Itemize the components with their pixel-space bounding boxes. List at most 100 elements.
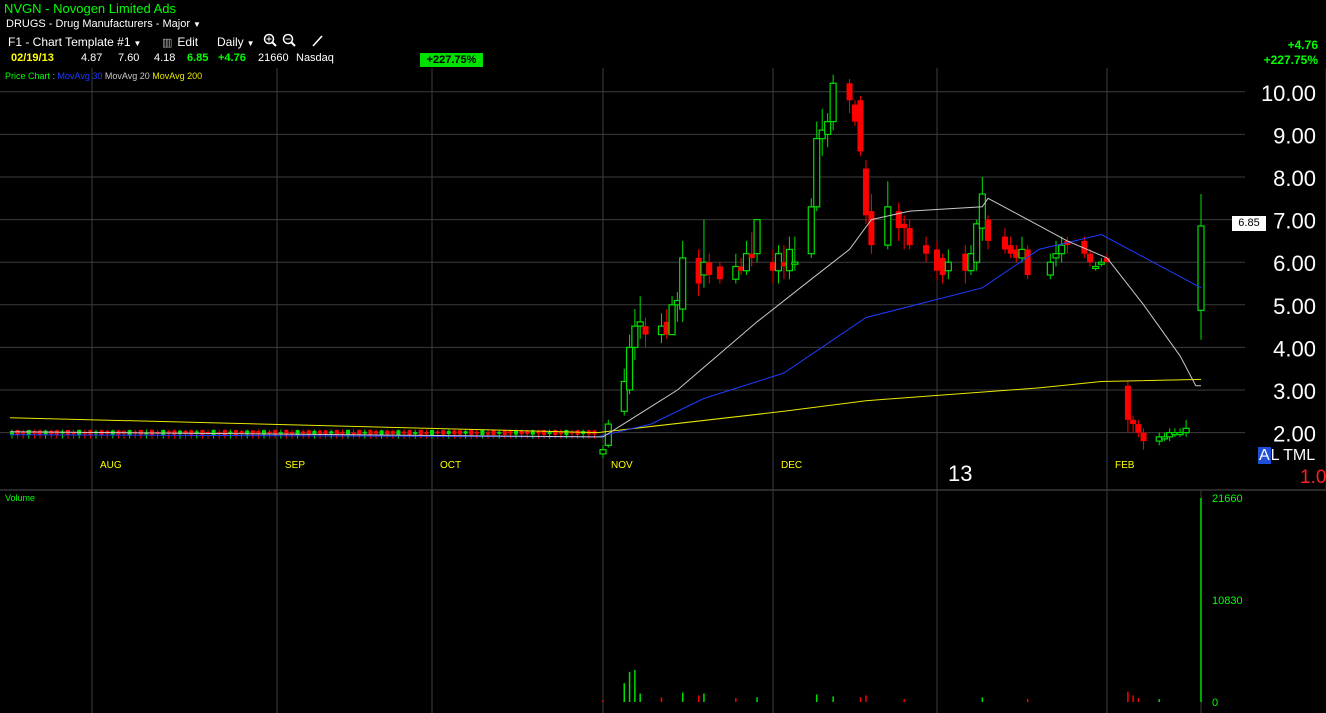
candle-body <box>519 430 524 435</box>
candle-body <box>413 432 418 435</box>
candle-body <box>934 249 940 271</box>
candle-body <box>312 430 317 435</box>
candle-body <box>668 304 676 336</box>
candle-body <box>1124 385 1131 420</box>
price-volume-chart[interactable]: 10.00 9.00 8.00 7.00 6.00 5.00 4.00 3.00 2.00 AUG… <box>0 0 1326 713</box>
candle-body <box>211 429 216 436</box>
candle-body <box>657 325 666 336</box>
last-price-tag: 6.85 <box>1232 216 1266 231</box>
candle-body <box>1046 261 1054 276</box>
candle-body <box>172 430 177 435</box>
candle-body <box>944 261 952 272</box>
candle-body <box>706 262 713 275</box>
candle-body <box>1176 432 1184 436</box>
candle-body <box>564 429 569 435</box>
candle-body <box>508 431 513 434</box>
volume-axis-tick-label: 0 <box>1212 697 1218 709</box>
candle-body <box>1130 419 1137 425</box>
month-axis-label: FEB <box>1115 460 1135 471</box>
candle-body <box>424 432 429 435</box>
candle-body <box>362 431 367 434</box>
candle-body <box>189 430 194 435</box>
candle-body <box>396 430 401 435</box>
candle-body <box>435 431 440 434</box>
candle-body <box>1182 427 1190 434</box>
candle-body <box>813 138 821 208</box>
candle-body <box>852 104 858 122</box>
price-axis-tick-label: 2.00 <box>1273 422 1316 447</box>
month-axis-label: DEC <box>781 460 802 471</box>
candle-body <box>553 429 558 436</box>
price-axis-tick-label: 6.00 <box>1273 251 1316 276</box>
candle-body <box>200 430 205 435</box>
candle-body <box>642 326 649 335</box>
candle-body <box>463 431 468 434</box>
candle-body <box>1140 432 1147 442</box>
candle-body <box>906 228 913 246</box>
candle-body <box>491 429 496 435</box>
month-axis-label: OCT <box>440 460 461 471</box>
candle-body <box>1024 249 1031 275</box>
candle-body <box>323 430 328 435</box>
candle-body <box>486 432 490 435</box>
candle-body <box>700 261 708 276</box>
candle-body <box>351 432 356 435</box>
candle-body <box>807 206 815 255</box>
candle-body <box>547 432 552 435</box>
candle-body <box>1097 261 1105 265</box>
candle-body <box>26 430 31 435</box>
candle-body <box>536 431 541 434</box>
altml-rest: L TML <box>1270 447 1316 464</box>
candle-body <box>402 431 406 434</box>
altml-a: A <box>1258 447 1271 464</box>
candle-body <box>824 121 832 136</box>
month-axis-label: AUG <box>100 460 122 471</box>
candle-body <box>679 257 687 310</box>
candle-body <box>267 431 272 434</box>
candle-body <box>407 429 412 435</box>
candle-body <box>441 430 446 435</box>
price-axis-tick-label: 9.00 <box>1273 123 1316 148</box>
candle-body <box>379 430 384 435</box>
candle-body <box>480 429 485 435</box>
candle-body <box>446 430 451 435</box>
altml-label: AL TML <box>1258 447 1315 465</box>
ma30-line <box>9 233 1202 438</box>
candle-body <box>791 261 799 265</box>
candle-body <box>625 346 634 391</box>
candle-body <box>884 206 892 246</box>
candle-body <box>857 100 864 152</box>
candle-body <box>418 429 423 436</box>
candle-body <box>458 430 462 435</box>
candle-body <box>161 430 166 435</box>
candle-body <box>636 321 644 327</box>
candle-body <box>829 82 837 123</box>
candle-body <box>390 430 395 434</box>
candle-body <box>469 430 474 435</box>
price-axis-tick-label: 8.00 <box>1273 166 1316 191</box>
candle-body <box>374 431 378 434</box>
candle-body <box>10 432 14 435</box>
candle-body <box>318 430 322 435</box>
candle-body <box>732 265 740 280</box>
candle-body <box>985 219 991 241</box>
volume-axis-tick-label: 21660 <box>1212 493 1243 505</box>
candle-body <box>846 83 853 101</box>
candle-body <box>742 253 751 272</box>
candle-body <box>716 266 723 280</box>
candle-body <box>862 168 869 216</box>
candle-body <box>340 431 345 434</box>
candle-body <box>868 211 875 246</box>
candle-body <box>785 248 794 272</box>
candle-body <box>502 430 507 435</box>
month-axis-label: NOV <box>611 460 633 471</box>
candle-body <box>222 429 227 435</box>
candle-body <box>901 223 908 229</box>
candle-body <box>430 429 434 435</box>
candle-body <box>1197 225 1205 311</box>
ma20-line <box>9 197 1201 438</box>
candle-body <box>774 253 783 272</box>
candle-body <box>631 325 639 349</box>
volume-panel-title: Volume <box>5 493 36 503</box>
candle-body <box>357 429 362 435</box>
